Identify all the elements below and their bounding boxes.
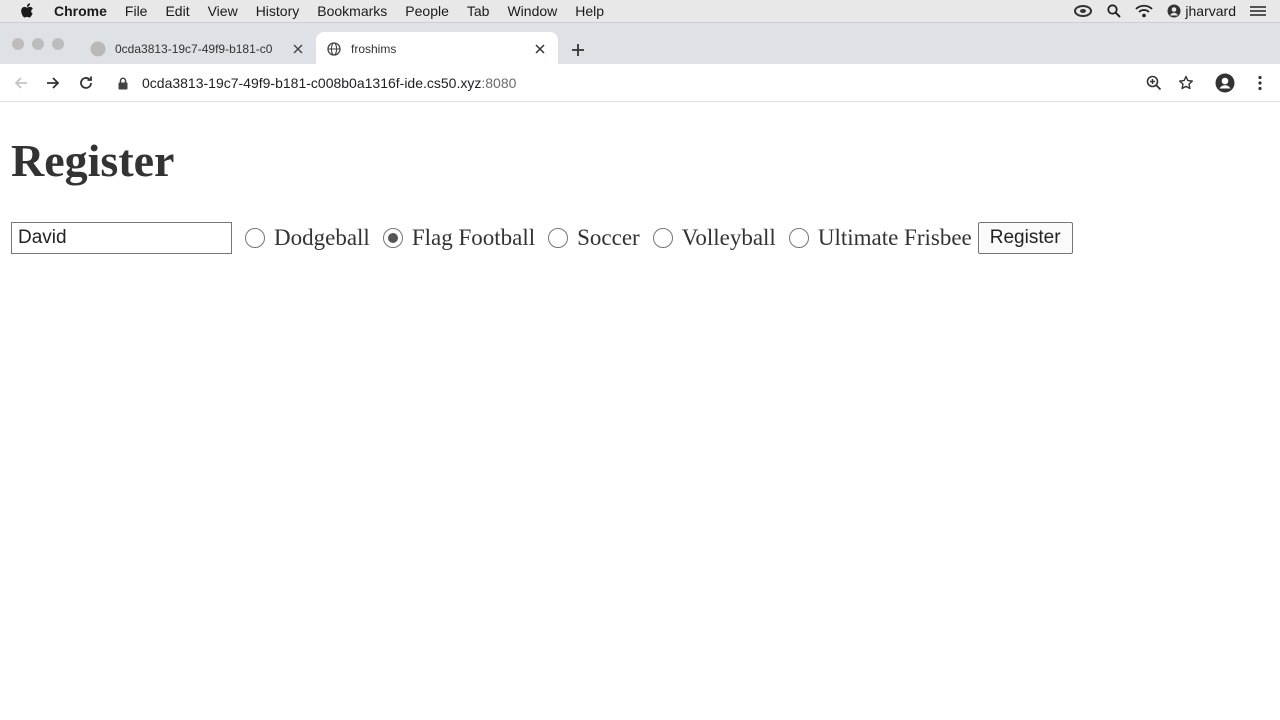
close-tab-icon[interactable] [290,41,306,57]
menu-bookmarks[interactable]: Bookmarks [317,3,387,19]
bookmark-star-button[interactable] [1176,73,1196,93]
arrow-right-icon [47,77,60,89]
sport-label: Ultimate Frisbee [817,225,972,250]
menu-view[interactable]: View [208,3,238,19]
chrome-menu-button[interactable] [1250,73,1270,93]
arrow-left-icon [14,77,27,89]
minimize-window-button[interactable] [32,38,44,50]
lock-icon[interactable] [118,76,130,90]
creative-cloud-icon[interactable] [1073,4,1093,18]
window-controls [12,38,64,50]
star-icon [1179,75,1193,90]
zoom-icon [1146,75,1162,91]
menu-history[interactable]: History [256,3,300,19]
reload-icon [80,76,92,89]
sport-label: Volleyball [681,225,776,250]
browser-toolbar: 0cda3813-19c7-49f9-b181-c008b0a1316f-ide… [0,64,1280,102]
user-icon [1167,4,1181,18]
url-host: 0cda3813-19c7-49f9-b181-c008b0a1316f-ide… [142,75,482,91]
register-button[interactable]: Register [977,222,1073,254]
register-form: Dodgeball Flag Football Soccer Volleybal… [11,221,1073,255]
zoom-window-button[interactable] [52,38,64,50]
tab-favicon-icon [90,41,106,57]
url-port: :8080 [481,75,517,91]
wifi-icon[interactable] [1135,4,1154,18]
menu-file[interactable]: File [125,3,148,19]
menu-help[interactable]: Help [575,3,604,19]
profile-button[interactable] [1215,73,1235,93]
menu-bar: Chrome File Edit View History Bookmarks … [0,0,1280,22]
sport-option-soccer[interactable]: Soccer [548,225,640,251]
menu-edit[interactable]: Edit [165,3,189,19]
apple-icon[interactable] [20,3,36,19]
tab-title: froshims [351,41,397,56]
more-vert-icon [1258,75,1262,91]
menu-tab[interactable]: Tab [467,3,490,19]
sport-option-ultimate-frisbee[interactable]: Ultimate Frisbee [788,225,972,251]
back-button[interactable] [11,73,31,93]
user-menu[interactable]: jharvard [1167,3,1236,19]
sport-radio[interactable] [652,228,673,248]
sport-label: Dodgeball [274,225,370,250]
address-bar[interactable]: 0cda3813-19c7-49f9-b181-c008b0a1316f-ide… [118,72,516,94]
sport-radio[interactable] [788,228,809,248]
new-tab-button[interactable] [568,40,588,60]
globe-icon [326,41,342,57]
forward-button[interactable] [43,73,63,93]
tab-froshims[interactable]: froshims [316,32,558,65]
sport-radio[interactable] [548,228,569,248]
close-tab-icon[interactable] [532,41,548,57]
menu-app-name[interactable]: Chrome [54,3,107,19]
plus-icon [572,44,584,56]
page-content: Register Dodgeball Flag Football Soccer … [0,102,1280,720]
page-title: Register [11,135,175,186]
control-center-icon[interactable] [1250,5,1266,17]
tab-ide[interactable]: 0cda3813-19c7-49f9-b181-c0 [80,32,316,65]
sport-radio[interactable] [245,228,265,248]
sport-option-volleyball[interactable]: Volleyball [652,225,776,251]
close-window-button[interactable] [12,38,24,50]
sport-label: Soccer [577,225,640,250]
sport-option-flag-football[interactable]: Flag Football [382,225,536,251]
spotlight-search-icon[interactable] [1107,4,1122,18]
reload-button[interactable] [76,73,96,93]
menu-people[interactable]: People [405,3,449,19]
menu-window[interactable]: Window [507,3,557,19]
user-name: jharvard [1185,3,1236,19]
account-circle-icon [1215,73,1235,93]
zoom-button[interactable] [1144,73,1164,93]
sport-radio[interactable] [382,228,403,248]
tab-title: 0cda3813-19c7-49f9-b181-c0 [115,41,273,56]
name-input[interactable] [11,222,232,254]
sport-option-dodgeball[interactable]: Dodgeball [245,225,370,251]
tab-strip: 0cda3813-19c7-49f9-b181-c0 froshims [0,22,1280,65]
sport-label: Flag Football [411,225,536,250]
